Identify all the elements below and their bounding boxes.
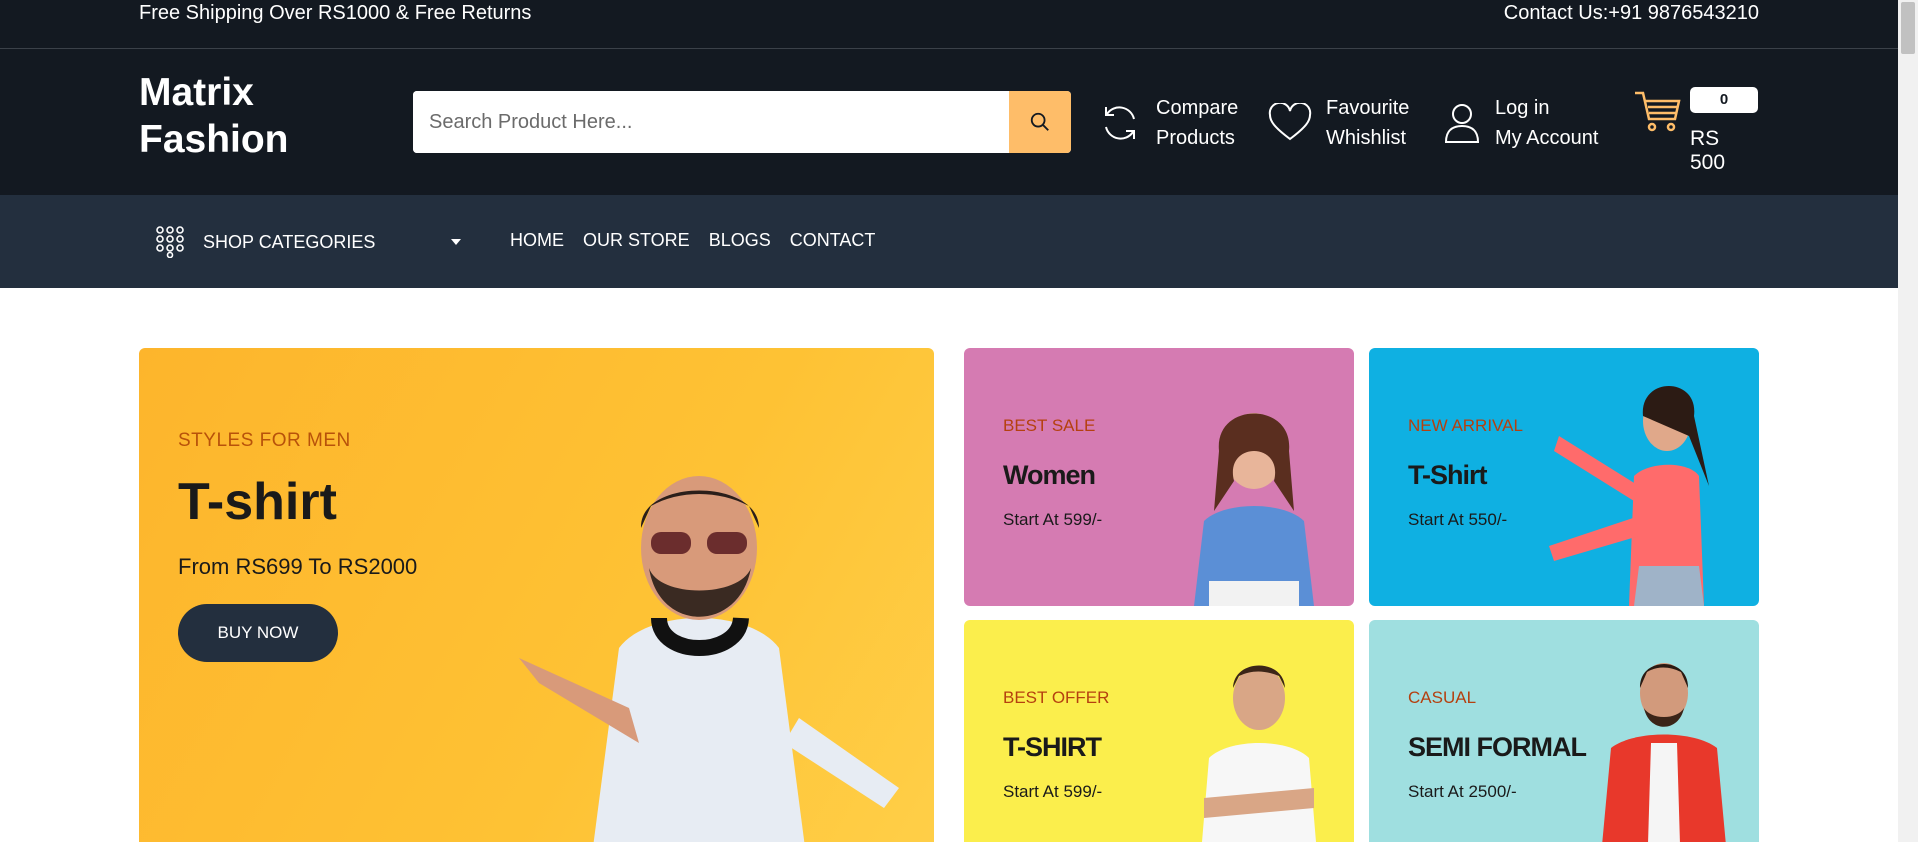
cart-amount: RS 500 xyxy=(1690,127,1726,174)
scrollbar-thumb[interactable] xyxy=(1901,2,1915,54)
main-banner-price: From RS699 To RS2000 xyxy=(178,554,418,579)
banner-subtitle: BEST SALE xyxy=(1003,416,1096,435)
search-input[interactable] xyxy=(413,91,1009,153)
buy-now-button[interactable]: BUY NOW xyxy=(178,604,338,662)
main-nav: SHOP CATEGORIES HOME OUR STORE BLOGS CON… xyxy=(0,195,1898,288)
banner-title: Women xyxy=(1003,460,1096,490)
banner-price: Start At 599/- xyxy=(1003,782,1103,801)
nav-item-contact[interactable]: CONTACT xyxy=(790,230,876,251)
banner-subtitle: NEW ARRIVAL xyxy=(1408,416,1523,435)
model-man-headphones-image xyxy=(519,476,899,842)
logo-line-1: Matrix xyxy=(139,71,254,114)
compare-products-link[interactable]: Compare Products xyxy=(1098,93,1238,153)
main-banner[interactable]: STYLES FOR MEN T-shirt From RS699 To RS2… xyxy=(139,348,934,842)
main-banner-subtitle: STYLES FOR MEN xyxy=(178,430,351,451)
banner-best-sale[interactable]: BEST SALE Women Start At 599/- xyxy=(964,348,1354,606)
favourite-line-1: Favourite xyxy=(1326,97,1410,119)
model-man-white-tshirt-image xyxy=(1202,665,1316,842)
nav-item-blogs[interactable]: BLOGS xyxy=(709,230,771,251)
favourite-wishlist-link[interactable]: Favourite Whishlist xyxy=(1268,93,1409,153)
logo-line-2: Fashion xyxy=(139,118,289,161)
search-button[interactable] xyxy=(1009,91,1071,153)
cart[interactable]: 0 RS 500 xyxy=(1633,87,1760,174)
cart-icon xyxy=(1635,91,1681,132)
banner-casual[interactable]: CASUAL SEMI FORMAL Start At 2500/- xyxy=(1369,620,1759,842)
model-man-red-blazer-image xyxy=(1602,663,1726,842)
shop-categories-dropdown[interactable]: SHOP CATEGORIES xyxy=(155,225,461,259)
compare-icon xyxy=(1105,106,1135,140)
contact-info: Contact Us:+91 9876543210 xyxy=(1503,2,1759,24)
banner-title: SEMI FORMAL xyxy=(1408,732,1587,762)
nav-item-our-store[interactable]: OUR STORE xyxy=(583,230,690,251)
account-line-1: Log in xyxy=(1495,97,1550,119)
banner-subtitle: BEST OFFER xyxy=(1003,688,1110,707)
account-link[interactable]: Log in My Account xyxy=(1443,93,1598,153)
user-icon xyxy=(1444,104,1480,143)
nav-menu: HOME OUR STORE BLOGS CONTACT xyxy=(510,230,875,251)
model-woman-image xyxy=(1194,413,1314,606)
search-bar xyxy=(413,91,1071,153)
model-woman-pointing-image xyxy=(1549,386,1709,606)
nav-item-home[interactable]: HOME xyxy=(510,230,564,251)
banner-title: T-Shirt xyxy=(1408,460,1487,490)
grid-dots-icon xyxy=(156,226,184,258)
favourite-line-2: Whishlist xyxy=(1326,127,1407,149)
banner-price: Start At 550/- xyxy=(1408,510,1508,529)
shipping-notice: Free Shipping Over RS1000 & Free Returns xyxy=(139,2,532,24)
banner-price: Start At 599/- xyxy=(1003,510,1103,529)
cart-count-badge: 0 xyxy=(1690,87,1758,113)
compare-line-1: Compare xyxy=(1156,97,1239,119)
header: Matrix Fashion Compare Products Favourit… xyxy=(0,49,1898,195)
site-logo[interactable]: Matrix Fashion xyxy=(139,69,289,163)
banner-subtitle: CASUAL xyxy=(1408,688,1477,707)
compare-line-2: Products xyxy=(1156,127,1235,149)
account-line-2: My Account xyxy=(1495,127,1599,149)
banner-new-arrival[interactable]: NEW ARRIVAL T-Shirt Start At 550/- xyxy=(1369,348,1759,606)
search-icon xyxy=(1030,112,1049,131)
heart-icon xyxy=(1268,103,1312,141)
page-scrollbar[interactable] xyxy=(1898,0,1918,842)
shop-categories-label: SHOP CATEGORIES xyxy=(203,231,376,252)
top-strip: Free Shipping Over RS1000 & Free Returns… xyxy=(0,0,1898,49)
banner-best-offer[interactable]: BEST OFFER T-SHIRT Start At 599/- xyxy=(964,620,1354,842)
page: Free Shipping Over RS1000 & Free Returns… xyxy=(0,0,1918,842)
banner-price: Start At 2500/- xyxy=(1408,782,1517,801)
banner-title: T-SHIRT xyxy=(1003,732,1102,762)
chevron-down-icon xyxy=(451,239,461,245)
main-banner-title: T-shirt xyxy=(178,473,337,531)
